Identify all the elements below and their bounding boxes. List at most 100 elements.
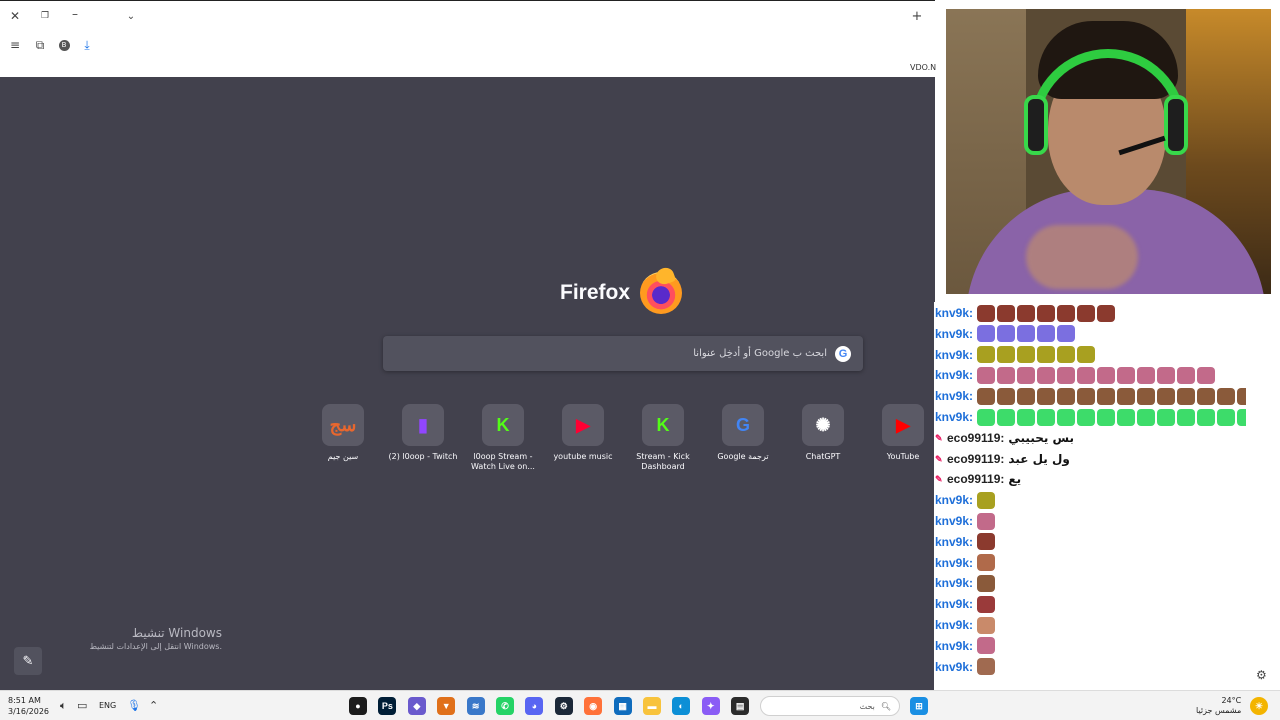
minimize-icon[interactable]: –	[66, 5, 84, 23]
chat-username[interactable]: knv9k	[935, 327, 969, 341]
account-icon[interactable]: B	[55, 36, 73, 54]
language-indicator[interactable]: ENG	[99, 701, 116, 710]
weather-widget[interactable]: 24°C مشمس جزئيا	[1196, 696, 1241, 716]
chat-username[interactable]: eco99119	[947, 452, 1000, 466]
chat-username[interactable]: knv9k	[935, 535, 969, 549]
chat-separator: :	[969, 555, 974, 570]
menu-icon[interactable]: ≡	[6, 36, 24, 54]
top-site-tile[interactable]: سج سين جيم	[303, 404, 383, 462]
emote-icon	[1017, 366, 1036, 384]
emote-icon	[997, 304, 1016, 322]
chat-username[interactable]: knv9k	[935, 410, 969, 424]
app-icon[interactable]: ▤	[731, 697, 750, 715]
chat-username[interactable]: knv9k	[935, 514, 969, 528]
chat-username[interactable]: eco99119	[947, 431, 1000, 445]
chevron-up-icon[interactable]: ⌃	[149, 699, 158, 712]
obs-icon[interactable]: ●	[349, 697, 367, 715]
emote-icon	[1057, 304, 1076, 322]
volume-icon[interactable]: 🔈︎	[60, 699, 67, 713]
emote-icon	[1097, 304, 1116, 322]
microphone-icon[interactable]: 🎙︎	[127, 699, 141, 712]
chat-username[interactable]: knv9k	[935, 576, 969, 590]
chat-username[interactable]: knv9k	[935, 389, 969, 403]
search-input[interactable]: ابحث ب Google أو أدخِل عنوانا G	[383, 336, 863, 371]
top-site-tile[interactable]: ▶ youtube music	[543, 404, 623, 462]
user-badge-icon: ✎	[935, 474, 943, 485]
folder-icon[interactable]: ▬	[643, 697, 661, 715]
download-icon[interactable]: ⤓	[78, 36, 96, 54]
edge-icon[interactable]: ◐	[672, 697, 691, 715]
chat-emotes	[977, 574, 996, 592]
chat-separator: :	[969, 638, 974, 653]
top-site-tile[interactable]: K Stream - Kick Dashboard	[623, 404, 703, 472]
top-site-label: (2) l0oop - Twitch	[388, 452, 458, 461]
clock-date: 3/16/2026	[8, 707, 50, 716]
youtube-music-icon: ▶	[562, 404, 604, 446]
chat-message: knv9k:	[935, 511, 996, 531]
steam-icon[interactable]: ⚙	[554, 697, 573, 715]
chat-emotes	[977, 346, 1096, 364]
chat-username[interactable]: knv9k	[935, 660, 969, 674]
gear-icon[interactable]: ⚙	[1256, 668, 1267, 682]
headset-left-cup	[1024, 95, 1048, 155]
chat-username[interactable]: knv9k	[935, 348, 969, 362]
chat-text: بس يحبيبي	[1008, 430, 1075, 445]
chat-separator: :	[969, 576, 974, 591]
store-icon[interactable]: ▦	[613, 697, 632, 715]
brave-icon[interactable]: ▼	[437, 697, 456, 715]
emote-icon	[997, 408, 1016, 426]
emote-icon	[1017, 408, 1036, 426]
stack-icon[interactable]: ≋	[466, 697, 485, 715]
weather-icon[interactable]: ☀	[1250, 697, 1268, 715]
chat-username[interactable]: eco99119	[947, 472, 1000, 486]
new-tab-icon[interactable]: +	[908, 7, 926, 25]
emote-icon	[997, 346, 1016, 364]
emote-icon	[1077, 304, 1096, 322]
clock[interactable]: 8:51 AM 3/16/2026	[8, 695, 49, 717]
chat-username[interactable]: knv9k	[935, 556, 969, 570]
chat-separator: :	[969, 659, 974, 674]
edit-icon[interactable]: ✎	[14, 647, 42, 675]
emote-icon	[1097, 408, 1116, 426]
whatsapp-icon[interactable]: ✆	[496, 697, 514, 715]
chevron-down-icon[interactable]: ⌄	[122, 7, 140, 25]
chat-separator: :	[969, 410, 974, 424]
chat-username[interactable]: knv9k	[935, 639, 969, 653]
emote-icon	[1137, 408, 1156, 426]
windows-start-icon[interactable]: ⊞	[910, 697, 928, 715]
emote-icon	[1037, 304, 1056, 322]
chat-username[interactable]: knv9k	[935, 597, 969, 611]
photoshop-icon[interactable]: Ps	[378, 697, 397, 715]
top-site-tile[interactable]: Kl0oop Stream - Watch Live on...	[463, 404, 543, 472]
chat-separator: :	[969, 368, 974, 383]
chat-message: knv9k:	[935, 365, 1216, 385]
emote-icon	[1157, 366, 1176, 384]
top-site-tile[interactable]: ✺ ChatGPT	[783, 404, 863, 462]
activation-watermark: تنشيط Windows انتقل إلى الإعدادات لتنشيط…	[60, 626, 222, 651]
emote-icon	[1197, 387, 1216, 405]
taskbar-search[interactable]: بحث 🔍︎	[760, 696, 900, 716]
chat-emotes	[977, 408, 1246, 426]
chatgpt-icon: ✺	[802, 404, 844, 446]
chat-username[interactable]: knv9k	[935, 306, 969, 320]
emote-icon	[1157, 408, 1176, 426]
emote-icon	[1037, 408, 1056, 426]
top-site-tile[interactable]: ▶ YouTube	[863, 404, 943, 462]
chat-username[interactable]: knv9k	[935, 618, 969, 632]
activation-subtitle: انتقل إلى الإعدادات لتنشيط Windows.	[89, 642, 222, 651]
discord-icon[interactable]: ◕	[525, 697, 544, 715]
close-icon[interactable]: ✕	[6, 7, 24, 25]
network-icon[interactable]: ▭	[77, 699, 87, 712]
chat-message: knv9k:	[935, 615, 996, 635]
copilot-icon[interactable]: ✦	[701, 697, 720, 715]
chat-username[interactable]: knv9k	[935, 368, 969, 382]
user-badge-icon: ✎	[935, 453, 943, 464]
chat-username[interactable]: knv9k	[935, 493, 969, 507]
restore-icon[interactable]: ❐	[36, 7, 54, 25]
top-site-tile[interactable]: G Google ترجمة	[703, 404, 783, 462]
top-site-tile[interactable]: ▮ (2) l0oop - Twitch	[383, 404, 463, 462]
game-icon[interactable]: ◆	[407, 697, 426, 715]
extensions-icon[interactable]: ⧉	[31, 36, 49, 54]
chat-separator: :	[969, 326, 974, 341]
firefox-icon[interactable]: ◉	[584, 697, 603, 715]
